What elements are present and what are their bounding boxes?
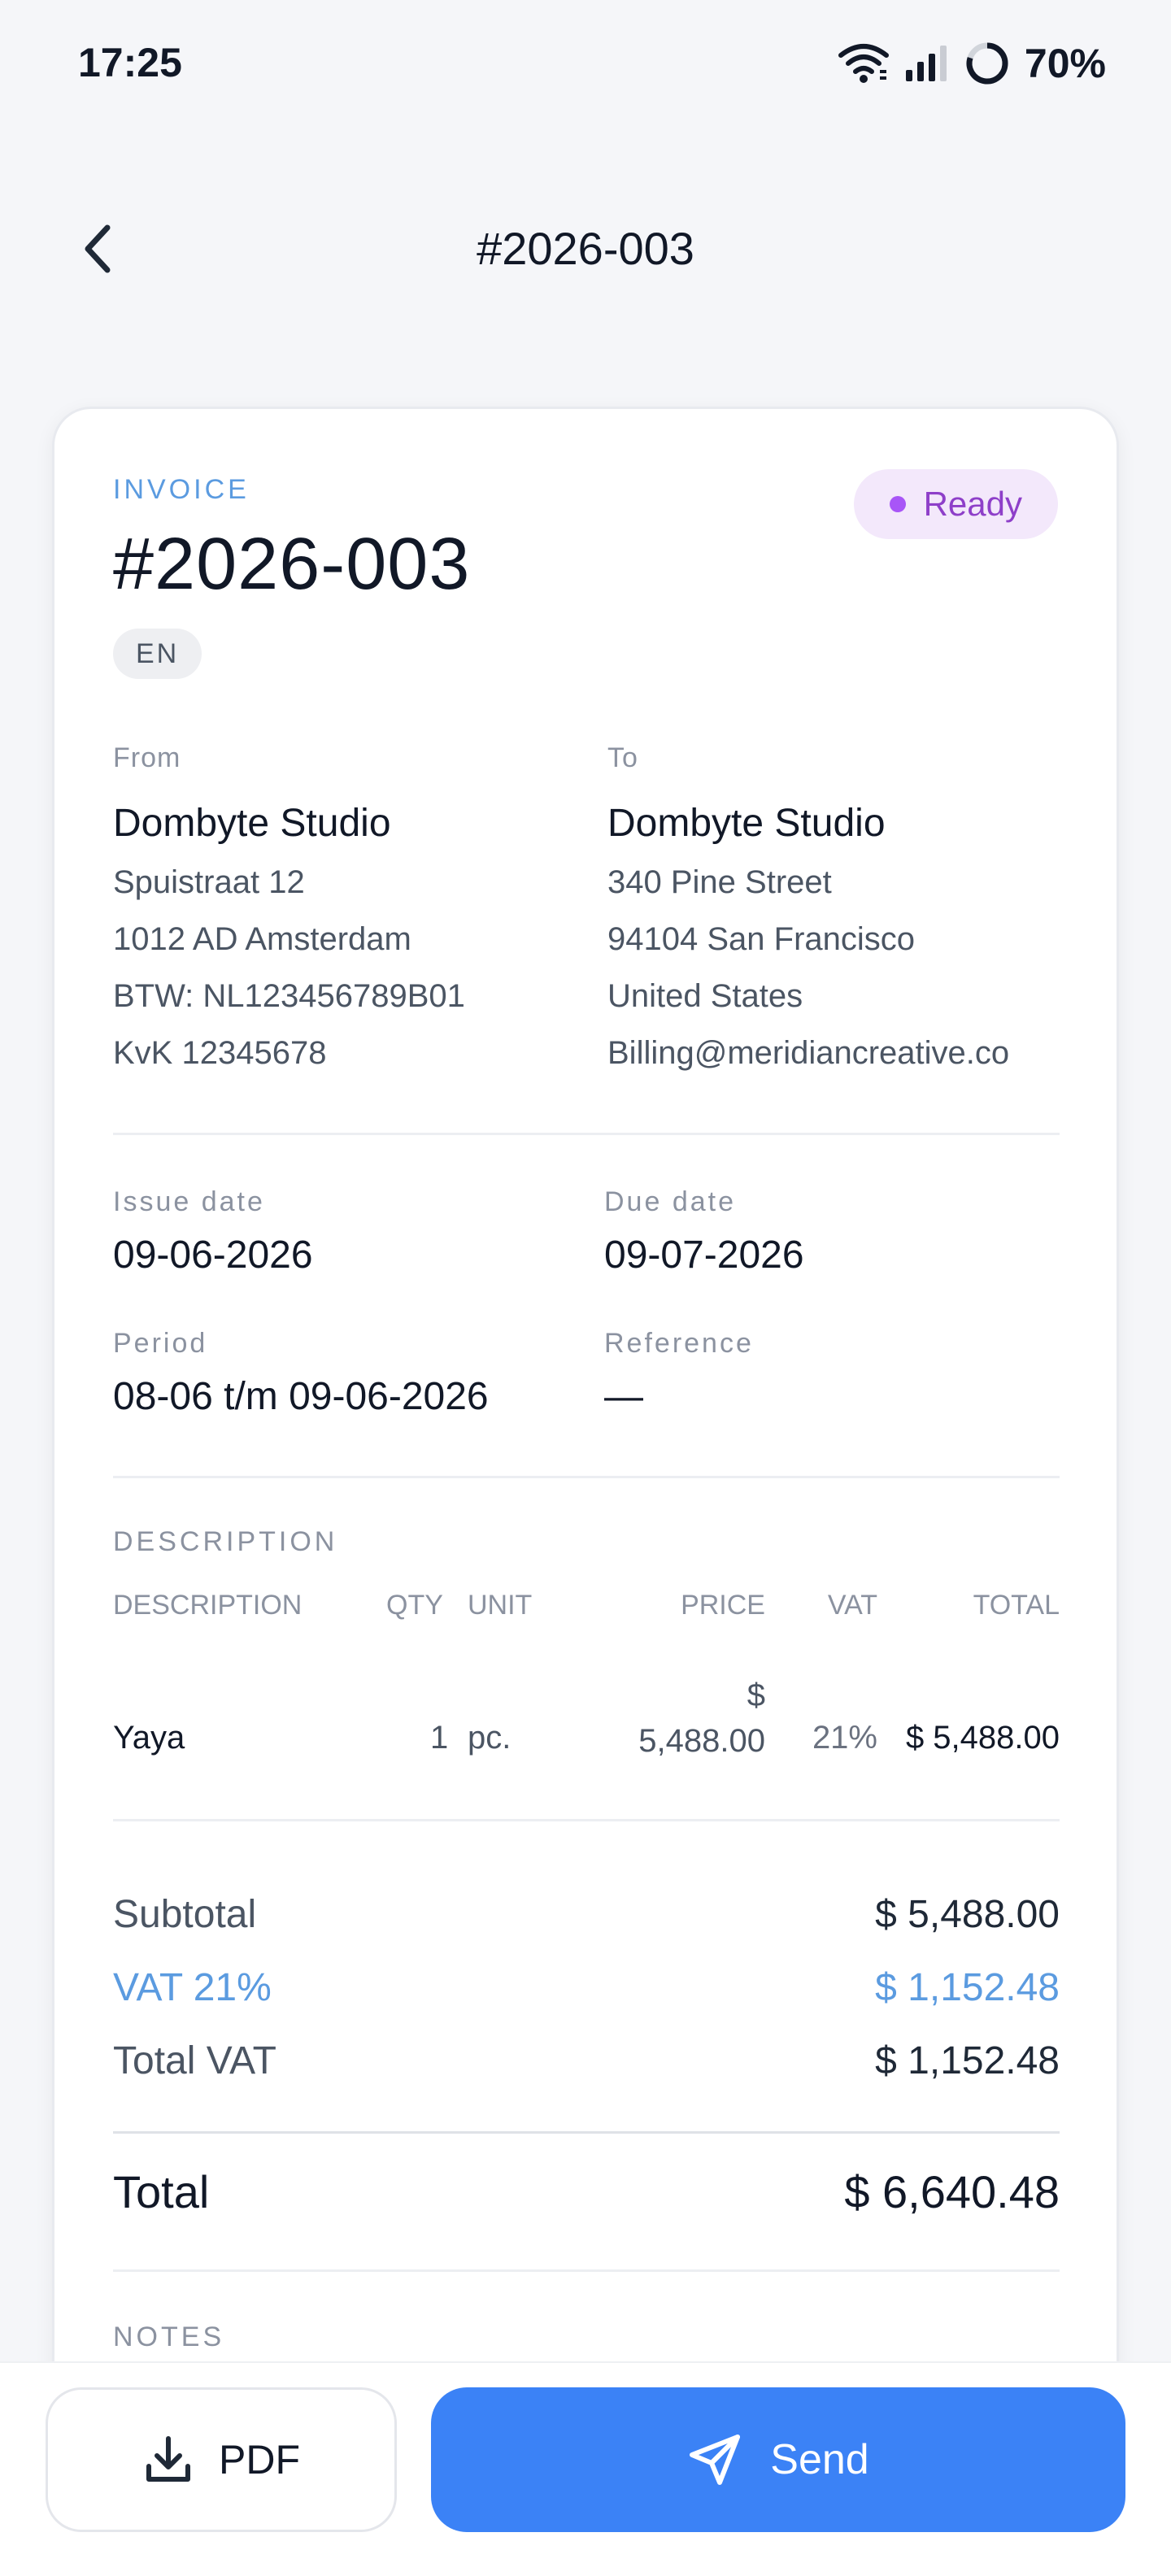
issue-date-label: Issue date [113,1186,265,1217]
to-country: United States [607,978,803,1014]
from-label: From [113,742,181,773]
description-section-title: DESCRIPTION [113,1526,338,1557]
due-date-label: Due date [604,1186,736,1217]
from-vat-number: BTW: NL123456789B01 [113,978,465,1014]
invoice-card: INVOICE #2026-003 EN Ready From Dombyte … [52,407,1119,2576]
download-icon [146,2436,190,2482]
item-description: Yaya [113,1720,185,1756]
bottom-action-bar: PDF Send [0,2361,1171,2576]
send-icon [690,2435,741,2485]
reference-value: — [604,1375,643,1418]
from-address-line: Spuistraat 12 [113,864,305,900]
divider [113,1819,1060,1821]
grand-total-value: $ 6,640.48 [844,2166,1060,2217]
item-vat: 21% [812,1720,877,1756]
subtotal-row: Subtotal $ 5,488.00 [113,1892,1060,1949]
status-time: 17:25 [78,40,182,85]
due-date-value: 09-07-2026 [604,1234,804,1277]
reference-label: Reference [604,1328,754,1359]
item-qty: 1 [430,1720,449,1756]
subtotal-value: $ 5,488.00 [875,1893,1060,1936]
from-kvk-number: KvK 12345678 [113,1035,327,1071]
issue-date-value: 09-06-2026 [113,1234,313,1277]
vat-rate-row: VAT 21% $ 1,152.48 [113,1965,1060,2022]
send-button-label: Send [770,2436,869,2483]
item-total: $ 5,488.00 [905,1720,1060,1756]
page-title: #2026-003 [477,223,694,274]
item-unit: pc. [468,1720,511,1756]
status-badge-label: Ready [923,485,1022,523]
column-unit: UNIT [468,1590,533,1621]
battery-icon [964,41,1010,86]
period-label: Period [113,1328,208,1359]
language-chip[interactable]: EN [113,629,202,679]
table-row[interactable]: Yaya 1 pc. $ 5,488.00 21% $ 5,488.00 [113,1677,1060,1791]
wifi-icon [838,42,890,85]
column-qty: QTY [386,1590,443,1621]
divider [113,1133,1060,1135]
to-label: To [607,742,638,773]
period: Period 08-06 t/m 09-06-2026 [113,1328,489,1419]
to-address-line: 340 Pine Street [607,864,832,900]
from-block: From Dombyte Studio Spuistraat 12 1012 A… [113,742,568,1079]
to-email: Billing@meridiancreative.co [607,1035,1010,1071]
to-address-line: 94104 San Francisco [607,921,916,957]
status-icons: 70% [838,39,1106,88]
signal-icon [904,44,950,83]
pdf-download-button[interactable]: PDF [46,2387,397,2532]
subtotal-label: Subtotal [113,1893,257,1936]
status-badge: Ready [853,469,1058,539]
period-value: 08-06 t/m 09-06-2026 [113,1375,489,1418]
invoice-detail-screen: 17:25 70% #2026-003 INVOICE #2026-003 EN… [0,0,1171,2576]
total-vat-row: Total VAT $ 1,152.48 [113,2039,1060,2095]
to-name: Dombyte Studio [607,802,886,845]
grand-total-row: Total $ 6,640.48 [113,2165,1060,2222]
status-bar: 17:25 70% [0,0,1171,130]
column-vat: VAT [827,1590,877,1621]
column-total: TOTAL [973,1590,1060,1621]
due-date: Due date 09-07-2026 [604,1186,804,1277]
vat-rate-label: VAT 21% [113,1966,272,2009]
item-price-amount: 5,488.00 [638,1723,765,1759]
status-dot-icon [889,496,906,512]
issue-date: Issue date 09-06-2026 [113,1186,313,1277]
from-name: Dombyte Studio [113,802,391,845]
reference: Reference — [604,1328,754,1419]
grand-total-label: Total [113,2166,210,2217]
column-price: PRICE [681,1590,765,1621]
total-vat-label: Total VAT [113,2039,276,2082]
battery-percent: 70% [1024,41,1106,86]
divider [113,2131,1060,2134]
notes-section-title: NOTES [113,2321,225,2352]
item-price-currency: $ [747,1677,765,1713]
divider [113,1476,1060,1478]
send-button[interactable]: Send [431,2387,1125,2532]
vat-rate-value: $ 1,152.48 [875,1966,1060,2009]
pdf-button-label: PDF [219,2437,300,2482]
items-table-header: DESCRIPTION QTY UNIT PRICE VAT TOTAL [113,1590,1060,1630]
total-vat-value: $ 1,152.48 [875,2039,1060,2082]
divider [113,2269,1060,2272]
from-address-line: 1012 AD Amsterdam [113,921,411,957]
app-bar: #2026-003 [0,195,1171,301]
column-description: DESCRIPTION [113,1590,303,1621]
to-block: To Dombyte Studio 340 Pine Street 94104 … [607,742,1095,1079]
